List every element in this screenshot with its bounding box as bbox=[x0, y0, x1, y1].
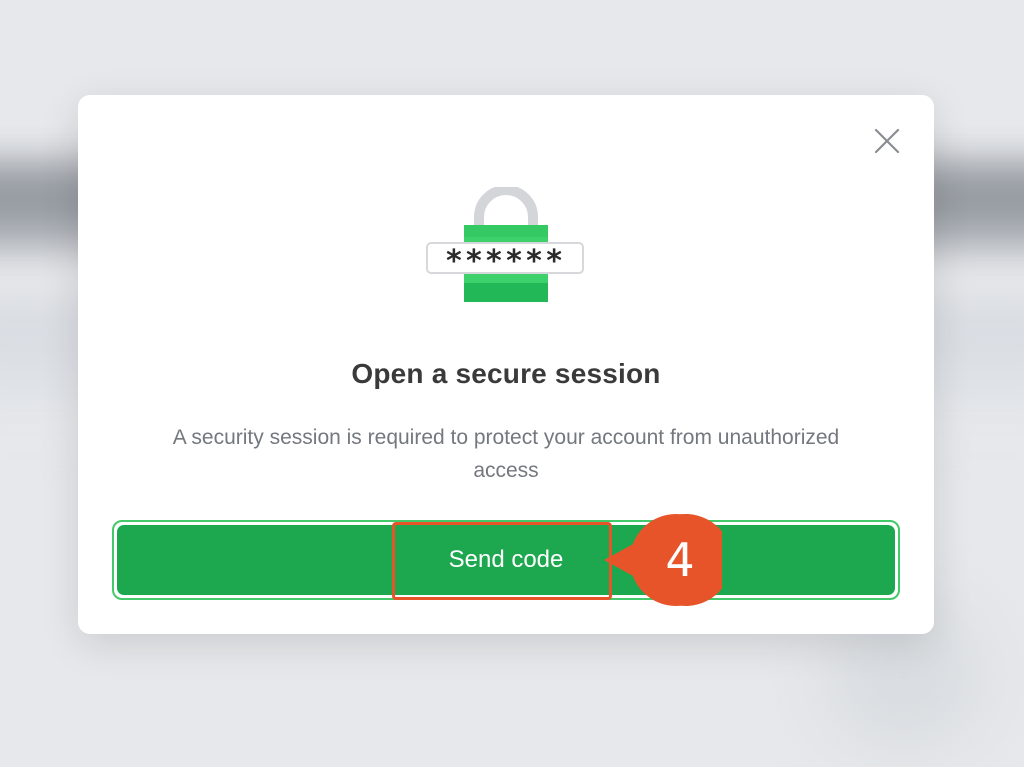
tutorial-step-badge: 4 bbox=[602, 514, 722, 606]
step-number: 4 bbox=[665, 533, 695, 587]
close-icon bbox=[874, 128, 900, 154]
secure-session-modal: ****** Open a secure session A security … bbox=[78, 95, 934, 634]
close-button[interactable] bbox=[873, 127, 901, 155]
password-mask: ****** bbox=[445, 244, 565, 279]
modal-title: Open a secure session bbox=[351, 358, 661, 389]
tutorial-highlight-box bbox=[392, 522, 612, 600]
lock-password-icon: ****** bbox=[424, 187, 588, 305]
modal-description: A security session is required to protec… bbox=[172, 426, 840, 482]
